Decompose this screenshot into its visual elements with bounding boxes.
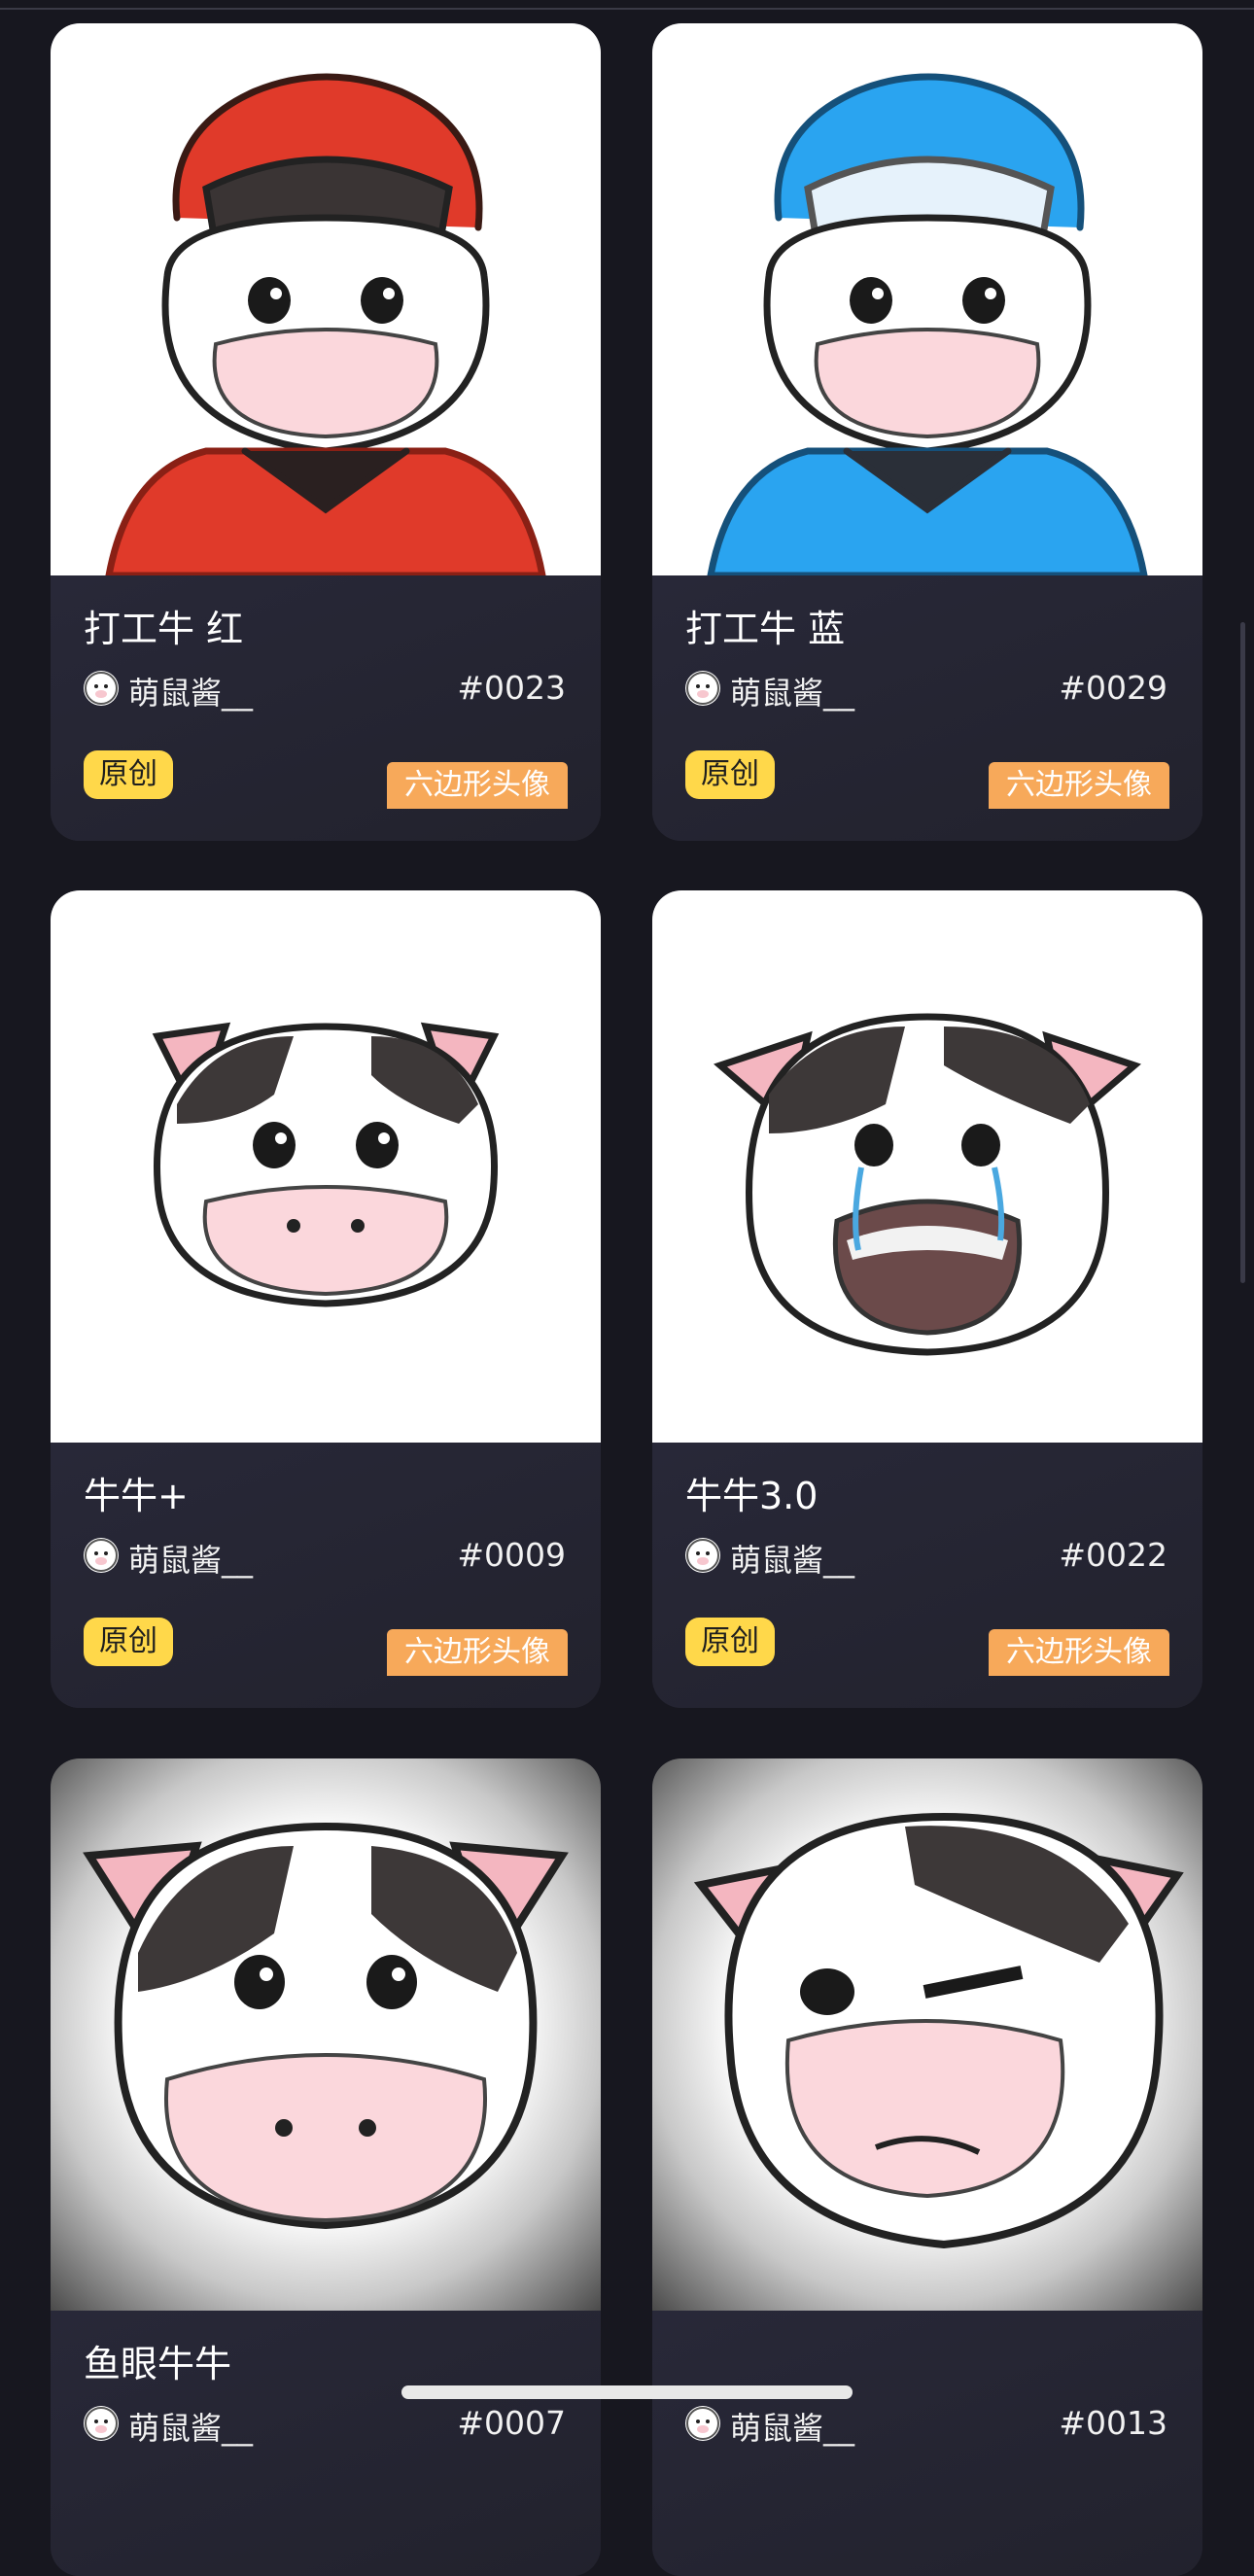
nft-image-winking-cow	[652, 1758, 1202, 2311]
author-name[interactable]: 萌鼠酱__	[128, 1536, 253, 1581]
author-name[interactable]: 萌鼠酱__	[128, 2404, 253, 2449]
top-divider	[0, 8, 1254, 10]
author-avatar[interactable]	[84, 2406, 119, 2441]
author-avatar[interactable]	[685, 1538, 720, 1573]
author-avatar[interactable]	[685, 2406, 720, 2441]
author-avatar[interactable]	[84, 1538, 119, 1573]
scrollbar[interactable]	[1240, 622, 1245, 1283]
author-avatar[interactable]	[84, 671, 119, 706]
card-title: 牛牛3.0	[685, 1475, 819, 1517]
card-info-panel: 牛牛+ 萌鼠酱__ #0009 原创 六边形头像	[51, 1443, 601, 1708]
hexagon-avatar-badge: 六边形头像	[989, 762, 1169, 809]
card-info-panel: 打工牛 红 萌鼠酱__ #0023 原创 六边形头像	[51, 575, 601, 841]
token-id: #0029	[1059, 669, 1167, 707]
hexagon-avatar-badge: 六边形头像	[387, 1629, 568, 1676]
token-id: #0022	[1059, 1536, 1167, 1574]
nft-image-cow-face	[51, 890, 601, 1443]
original-badge: 原创	[84, 1618, 173, 1666]
nft-card[interactable]: 打工牛 蓝 萌鼠酱__ #0029 原创 六边形头像	[652, 23, 1202, 841]
nft-image-crying-cow	[652, 890, 1202, 1443]
card-info-panel: 牛牛3.0 萌鼠酱__ #0022 原创 六边形头像	[652, 1443, 1202, 1708]
author-name[interactable]: 萌鼠酱__	[128, 669, 253, 714]
card-title: 牛牛+	[84, 1475, 189, 1517]
token-id: #0007	[457, 2404, 566, 2442]
original-badge: 原创	[685, 750, 775, 799]
card-title: 打工牛 红	[84, 608, 244, 650]
author-name[interactable]: 萌鼠酱__	[730, 1536, 854, 1581]
nft-image-worker-cow-blue	[652, 23, 1202, 575]
nft-image-worker-cow-red	[51, 23, 601, 575]
token-id: #0023	[457, 669, 566, 707]
card-title: 鱼眼牛牛	[84, 2343, 232, 2385]
nft-card[interactable]: 萌鼠酱__ #0013	[652, 1758, 1202, 2576]
card-title: 打工牛 蓝	[685, 608, 846, 650]
original-badge: 原创	[685, 1618, 775, 1666]
hexagon-avatar-badge: 六边形头像	[989, 1629, 1169, 1676]
card-info-panel: 鱼眼牛牛 萌鼠酱__ #0007	[51, 2311, 601, 2576]
author-name[interactable]: 萌鼠酱__	[730, 2404, 854, 2449]
original-badge: 原创	[84, 750, 173, 799]
card-info-panel: 打工牛 蓝 萌鼠酱__ #0029 原创 六边形头像	[652, 575, 1202, 841]
author-name[interactable]: 萌鼠酱__	[730, 669, 854, 714]
nft-image-fisheye-cow	[51, 1758, 601, 2311]
nft-card[interactable]: 牛牛+ 萌鼠酱__ #0009 原创 六边形头像	[51, 890, 601, 1708]
token-id: #0009	[457, 1536, 566, 1574]
card-info-panel: 萌鼠酱__ #0013	[652, 2311, 1202, 2576]
nft-card[interactable]: 牛牛3.0 萌鼠酱__ #0022 原创 六边形头像	[652, 890, 1202, 1708]
token-id: #0013	[1059, 2404, 1167, 2442]
home-indicator[interactable]	[401, 2385, 853, 2399]
nft-card[interactable]: 鱼眼牛牛 萌鼠酱__ #0007	[51, 1758, 601, 2576]
hexagon-avatar-badge: 六边形头像	[387, 762, 568, 809]
author-avatar[interactable]	[685, 671, 720, 706]
nft-card[interactable]: 打工牛 红 萌鼠酱__ #0023 原创 六边形头像	[51, 23, 601, 841]
